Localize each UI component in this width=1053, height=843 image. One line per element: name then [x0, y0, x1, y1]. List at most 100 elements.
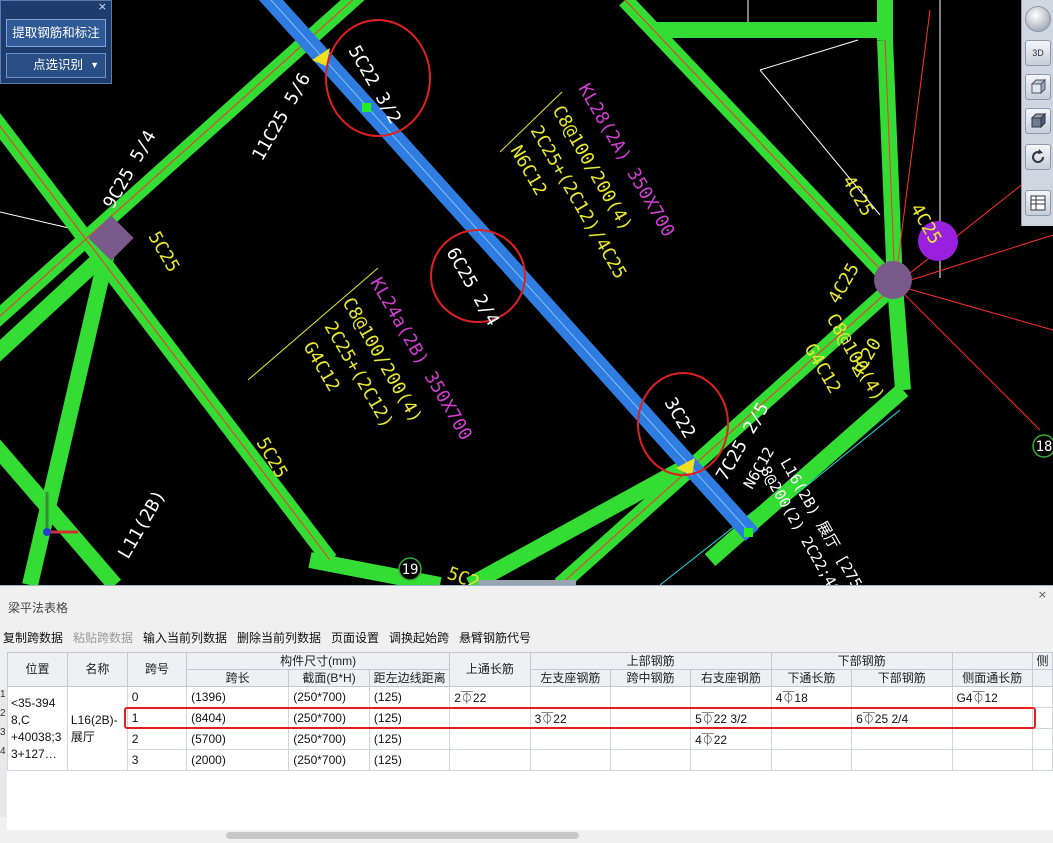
header-right-support[interactable]: 右支座钢筋 — [690, 669, 772, 687]
header-top-through[interactable]: 上通长筋 — [449, 652, 531, 687]
row-number[interactable]: 4 — [0, 746, 7, 765]
cell-left-support[interactable] — [529, 728, 612, 750]
table-panel-close-button[interactable]: × — [1038, 588, 1047, 601]
cell-name[interactable]: L16(2B)-展厅 — [66, 686, 128, 771]
cantilever-code-button[interactable]: 悬臂钢筋代号 — [459, 629, 531, 646]
cell-side-through[interactable]: G4⏁12 — [951, 686, 1034, 708]
cell-bottom-rebar[interactable] — [851, 686, 953, 708]
cell-length[interactable]: (1396) — [186, 686, 290, 708]
header-bottom-through[interactable]: 下通长筋 — [770, 669, 853, 687]
cell-side-extra[interactable] — [1032, 728, 1053, 750]
header-name[interactable]: 名称 — [66, 652, 128, 687]
cell-position[interactable]: <35-394 8,C +40038;3 3+127… — [7, 686, 68, 771]
orbit-sphere-icon[interactable] — [1025, 6, 1051, 32]
cell-mid-span[interactable] — [610, 707, 692, 729]
cell-right-support[interactable] — [690, 686, 772, 708]
cell-span[interactable]: 2 — [126, 728, 188, 750]
cell-edge[interactable]: (125) — [368, 728, 451, 750]
row-numbers: 1 2 3 4 — [0, 689, 7, 765]
cell-left-support[interactable] — [529, 686, 612, 708]
cell-span[interactable]: 0 — [126, 686, 188, 708]
cell-left-support[interactable]: 3⏁22 — [529, 707, 612, 729]
cad-drawing-canvas[interactable]: 19 18 5C22 3/2 11C25 5/6 9C25 5/4 6C25 2… — [0, 0, 1053, 585]
axis-label-18: 18 — [1036, 439, 1053, 455]
cell-side-through[interactable] — [951, 707, 1034, 729]
axis-label-19: 19 — [402, 562, 419, 578]
cell-span[interactable]: 1 — [126, 707, 188, 729]
row-number[interactable]: 3 — [0, 727, 7, 746]
table-row[interactable]: 2 (5700) (250*700) (125) 4⏁22 — [8, 728, 1053, 750]
cell-side-extra[interactable] — [1032, 749, 1053, 771]
view-3d-button[interactable]: 3D — [1025, 40, 1051, 66]
header-span-no[interactable]: 跨号 — [126, 652, 188, 687]
delete-column-data-button[interactable]: 删除当前列数据 — [237, 629, 321, 646]
cell-right-support[interactable]: 5⏁22 3/2 — [690, 707, 772, 729]
grip-point[interactable] — [744, 528, 753, 537]
table-row[interactable]: 3 (2000) (250*700) (125) — [8, 749, 1053, 771]
cell-side-through[interactable] — [951, 728, 1034, 750]
extract-rebar-button[interactable]: 提取钢筋和标注 — [6, 19, 106, 47]
header-position[interactable]: 位置 — [7, 652, 68, 687]
layout-grid-icon[interactable] — [1025, 190, 1051, 216]
cell-mid-span[interactable] — [610, 728, 692, 750]
cell-bottom-rebar[interactable] — [851, 728, 953, 750]
header-left-support[interactable]: 左支座钢筋 — [529, 669, 612, 687]
cell-top-through[interactable] — [449, 749, 531, 771]
cube-solid-icon[interactable] — [1025, 108, 1051, 134]
cell-top-through[interactable]: 2⏁22 — [449, 686, 531, 708]
copy-span-data-button[interactable]: 复制跨数据 — [3, 629, 63, 646]
green-beams — [0, 0, 911, 585]
cell-bottom-rebar[interactable]: 6⏁25 2/4 — [851, 707, 953, 729]
selected-beam[interactable] — [258, 0, 759, 542]
header-span-length[interactable]: 跨长 — [186, 669, 290, 687]
cell-right-support[interactable] — [690, 749, 772, 771]
cube-view-icon[interactable] — [1025, 74, 1051, 100]
row-number[interactable]: 1 — [0, 689, 7, 708]
header-side-through[interactable]: 侧面通长筋 — [951, 669, 1034, 687]
rotate-icon[interactable] — [1025, 144, 1051, 170]
swap-start-span-button[interactable]: 调换起始跨 — [389, 629, 449, 646]
input-column-data-button[interactable]: 输入当前列数据 — [143, 629, 227, 646]
panel-title: 梁平法表格 — [8, 601, 69, 615]
cell-section[interactable]: (250*700) — [288, 749, 370, 771]
cell-left-support[interactable] — [529, 749, 612, 771]
paste-span-data-button[interactable]: 粘贴跨数据 — [73, 629, 133, 646]
header-dimensions: 构件尺寸(mm) — [186, 652, 451, 670]
cell-bottom-through[interactable] — [770, 707, 853, 729]
cell-edge[interactable]: (125) — [368, 686, 451, 708]
annotation-5c2: 5C2 — [444, 563, 482, 585]
cell-section[interactable]: (250*700) — [288, 728, 370, 750]
identify-dropdown[interactable]: 点选识别 ▼ — [6, 53, 106, 78]
cell-section[interactable]: (250*700) — [288, 686, 370, 708]
cell-side-extra[interactable] — [1032, 707, 1053, 729]
grip-point[interactable] — [362, 103, 371, 112]
cell-bottom-rebar[interactable] — [851, 749, 953, 771]
cell-bottom-through[interactable]: 4⏁18 — [770, 686, 853, 708]
header-section[interactable]: 截面(B*H) — [288, 669, 370, 687]
cell-span[interactable]: 3 — [126, 749, 188, 771]
page-setup-button[interactable]: 页面设置 — [331, 629, 379, 646]
cell-mid-span[interactable] — [610, 749, 692, 771]
cell-length[interactable]: (8404) — [186, 707, 290, 729]
cell-side-through[interactable] — [951, 749, 1034, 771]
cell-bottom-through[interactable] — [770, 749, 853, 771]
cell-top-through[interactable] — [449, 728, 531, 750]
cell-mid-span[interactable] — [610, 686, 692, 708]
cell-length[interactable]: (2000) — [186, 749, 290, 771]
cell-length[interactable]: (5700) — [186, 728, 290, 750]
table-row[interactable]: 1 (8404) (250*700) (125) 3⏁22 5⏁22 3/2 6… — [8, 707, 1053, 729]
panel-close-button[interactable]: × — [98, 1, 107, 13]
cell-side-extra[interactable] — [1032, 686, 1053, 708]
cell-edge[interactable]: (125) — [368, 749, 451, 771]
cell-section[interactable]: (250*700) — [288, 707, 370, 729]
cell-right-support[interactable]: 4⏁22 — [690, 728, 772, 750]
table-row[interactable]: <35-394 8,C +40038;3 3+127… L16(2B)-展厅 0… — [7, 686, 1053, 771]
header-bottom-rebar[interactable]: 下部钢筋 — [851, 669, 953, 687]
cell-top-through[interactable] — [449, 707, 531, 729]
row-number[interactable]: 2 — [0, 708, 7, 727]
header-mid-span[interactable]: 跨中钢筋 — [610, 669, 692, 687]
horizontal-scrollbar[interactable] — [226, 832, 579, 839]
cell-edge[interactable]: (125) — [368, 707, 451, 729]
cell-bottom-through[interactable] — [770, 728, 853, 750]
header-edge-distance[interactable]: 距左边线距离 — [368, 669, 451, 687]
